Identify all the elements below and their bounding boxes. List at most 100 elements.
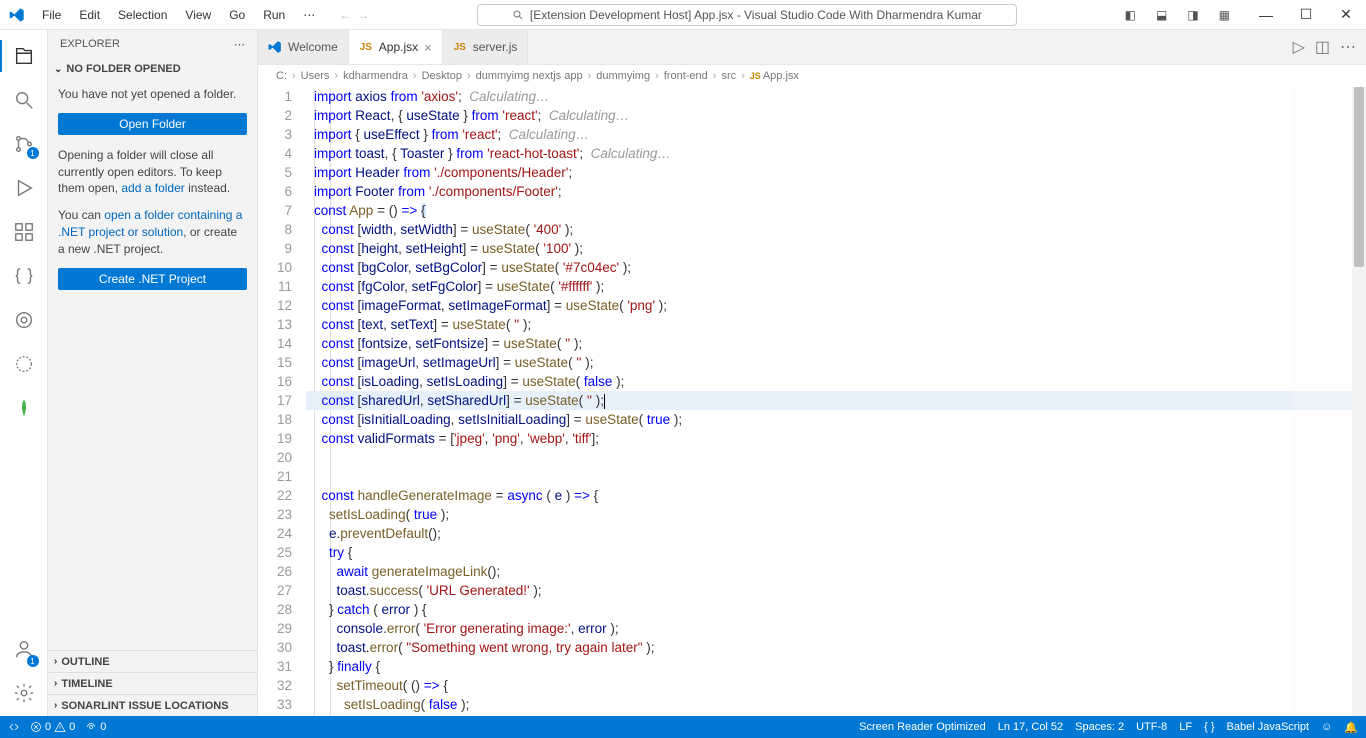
code-line[interactable]: const [isInitialLoading, setIsInitialLoa… <box>306 410 1366 429</box>
code-editor[interactable]: 1234567891011121314151617181920212223242… <box>258 87 1366 716</box>
code-line[interactable]: const [isLoading, setIsLoading] = useSta… <box>306 372 1366 391</box>
code-line[interactable]: const App = () => { <box>306 201 1366 220</box>
tab-app-jsx[interactable]: JS App.jsx × <box>349 30 443 64</box>
code-line[interactable]: }, 500 ); <box>306 714 1366 716</box>
code-line[interactable]: toast.success( 'URL Generated!' ); <box>306 581 1366 600</box>
crumb[interactable]: dummyimg <box>596 70 650 82</box>
code-line[interactable]: import Footer from './components/Footer'… <box>306 182 1366 201</box>
vertical-scrollbar[interactable] <box>1352 87 1366 716</box>
code-line[interactable]: toast.error( "Something went wrong, try … <box>306 638 1366 657</box>
code-line[interactable]: const [bgColor, setBgColor] = useState( … <box>306 258 1366 277</box>
code-line[interactable]: const [fontsize, setFontsize] = useState… <box>306 334 1366 353</box>
code-line[interactable]: } finally { <box>306 657 1366 676</box>
problems-status[interactable]: 0 0 <box>30 721 75 733</box>
mongodb-icon[interactable] <box>0 388 48 428</box>
crumb[interactable]: C: <box>276 70 287 82</box>
indentation-status[interactable]: Spaces: 2 <box>1075 721 1124 733</box>
code-line[interactable]: setIsLoading( false ); <box>306 695 1366 714</box>
screen-reader-status[interactable]: Screen Reader Optimized <box>859 721 986 733</box>
code-line[interactable]: const [imageFormat, setImageFormat] = us… <box>306 296 1366 315</box>
remote-indicator[interactable] <box>8 721 20 733</box>
cursor-position[interactable]: Ln 17, Col 52 <box>998 721 1063 733</box>
notifications-bell-icon[interactable]: 🔔 <box>1344 721 1358 734</box>
settings-gear-icon[interactable] <box>0 676 48 716</box>
timeline-section[interactable]: ›TIMELINE <box>48 672 257 694</box>
code-line[interactable]: const [imageUrl, setImageUrl] = useState… <box>306 353 1366 372</box>
language-mode[interactable]: Babel JavaScript <box>1227 721 1310 733</box>
split-editor-icon[interactable]: ◫ <box>1315 37 1330 57</box>
code-line[interactable]: console.error( 'Error generating image:'… <box>306 619 1366 638</box>
code-line[interactable]: await generateImageLink(); <box>306 562 1366 581</box>
code-line[interactable]: } catch ( error ) { <box>306 600 1366 619</box>
code-line[interactable]: const [width, setWidth] = useState( '400… <box>306 220 1366 239</box>
menu-view[interactable]: View <box>177 4 219 26</box>
code-line[interactable] <box>306 448 1366 467</box>
close-icon[interactable]: ✕ <box>1326 0 1366 30</box>
encoding-status[interactable]: UTF-8 <box>1136 721 1167 733</box>
code-line[interactable]: const [text, setText] = useState( '' ); <box>306 315 1366 334</box>
code-line[interactable]: const validFormats = ['jpeg', 'png', 'we… <box>306 429 1366 448</box>
crumb[interactable]: src <box>721 70 736 82</box>
tab-server-js[interactable]: JS server.js <box>443 30 529 64</box>
toggle-secondary-sidebar-icon[interactable]: ◨ <box>1181 4 1204 26</box>
menu-run[interactable]: Run <box>255 4 293 26</box>
nav-back-icon[interactable]: ← <box>339 8 351 22</box>
outline-section[interactable]: ›OUTLINE <box>48 650 257 672</box>
testing-icon[interactable] <box>0 300 48 340</box>
menu-file[interactable]: File <box>34 4 69 26</box>
crumb[interactable]: front-end <box>664 70 708 82</box>
eol-status[interactable]: LF <box>1179 721 1192 733</box>
code-line[interactable]: const [height, setHeight] = useState( '1… <box>306 239 1366 258</box>
code-line[interactable]: const handleGenerateImage = async ( e ) … <box>306 486 1366 505</box>
tab-welcome[interactable]: Welcome <box>258 30 349 64</box>
menu-edit[interactable]: Edit <box>71 4 108 26</box>
crumb[interactable]: kdharmendra <box>343 70 408 82</box>
run-icon[interactable]: ▷ <box>1293 37 1305 57</box>
run-debug-icon[interactable] <box>0 168 48 208</box>
breadcrumb[interactable]: C:› Users› kdharmendra› Desktop› dummyim… <box>258 65 1366 87</box>
create-net-project-button[interactable]: Create .NET Project <box>58 268 247 290</box>
source-control-icon[interactable]: 1 <box>0 124 48 164</box>
extensions-icon[interactable] <box>0 212 48 252</box>
code-line[interactable]: import { useEffect } from 'react'; Calcu… <box>306 125 1366 144</box>
remote-explorer-icon[interactable] <box>0 344 48 384</box>
minimize-icon[interactable]: — <box>1246 0 1286 30</box>
add-folder-link[interactable]: add a folder <box>121 181 184 195</box>
search-icon[interactable] <box>0 80 48 120</box>
code-line[interactable]: try { <box>306 543 1366 562</box>
open-folder-button[interactable]: Open Folder <box>58 113 247 135</box>
maximize-icon[interactable]: ☐ <box>1286 0 1326 30</box>
code-line[interactable]: e.preventDefault(); <box>306 524 1366 543</box>
toggle-primary-sidebar-icon[interactable]: ◧ <box>1119 4 1142 26</box>
menu-go[interactable]: Go <box>221 4 253 26</box>
code-line[interactable]: import toast, { Toaster } from 'react-ho… <box>306 144 1366 163</box>
crumb[interactable]: App.jsx <box>763 70 799 82</box>
menu-more-icon[interactable]: ⋯ <box>295 4 323 26</box>
code-line[interactable]: setTimeout( () => { <box>306 676 1366 695</box>
crumb[interactable]: dummyimg nextjs app <box>476 70 583 82</box>
search-box[interactable]: [Extension Development Host] App.jsx - V… <box>477 4 1017 26</box>
accounts-icon[interactable]: 1 <box>0 632 48 672</box>
code-line[interactable] <box>306 467 1366 486</box>
close-tab-icon[interactable]: × <box>424 40 432 55</box>
ports-status[interactable]: 0 <box>85 721 106 733</box>
braces-icon[interactable] <box>0 256 48 296</box>
crumb[interactable]: Desktop <box>422 70 462 82</box>
code-line[interactable]: const [fgColor, setFgColor] = useState( … <box>306 277 1366 296</box>
code-line[interactable]: import React, { useState } from 'react';… <box>306 106 1366 125</box>
more-actions-icon[interactable]: ⋯ <box>1340 37 1356 57</box>
menu-selection[interactable]: Selection <box>110 4 175 26</box>
toggle-panel-icon[interactable]: ⬓ <box>1150 4 1173 26</box>
language-mode-braces-icon[interactable]: { } <box>1204 721 1214 733</box>
sonarlint-section[interactable]: ›SONARLINT ISSUE LOCATIONS <box>48 694 257 716</box>
crumb[interactable]: Users <box>301 70 330 82</box>
code-lines[interactable]: import axios from 'axios'; Calculating…i… <box>306 87 1366 716</box>
scrollbar-thumb[interactable] <box>1354 87 1364 267</box>
feedback-icon[interactable]: ☺ <box>1321 721 1332 733</box>
sidebar-more-icon[interactable]: ⋯ <box>234 38 245 51</box>
no-folder-header[interactable]: ⌄ NO FOLDER OPENED <box>48 58 257 80</box>
nav-forward-icon[interactable]: → <box>357 8 369 22</box>
code-line[interactable]: import axios from 'axios'; Calculating… <box>306 87 1366 106</box>
code-line[interactable]: import Header from './components/Header'… <box>306 163 1366 182</box>
minimap[interactable] <box>1292 87 1352 716</box>
